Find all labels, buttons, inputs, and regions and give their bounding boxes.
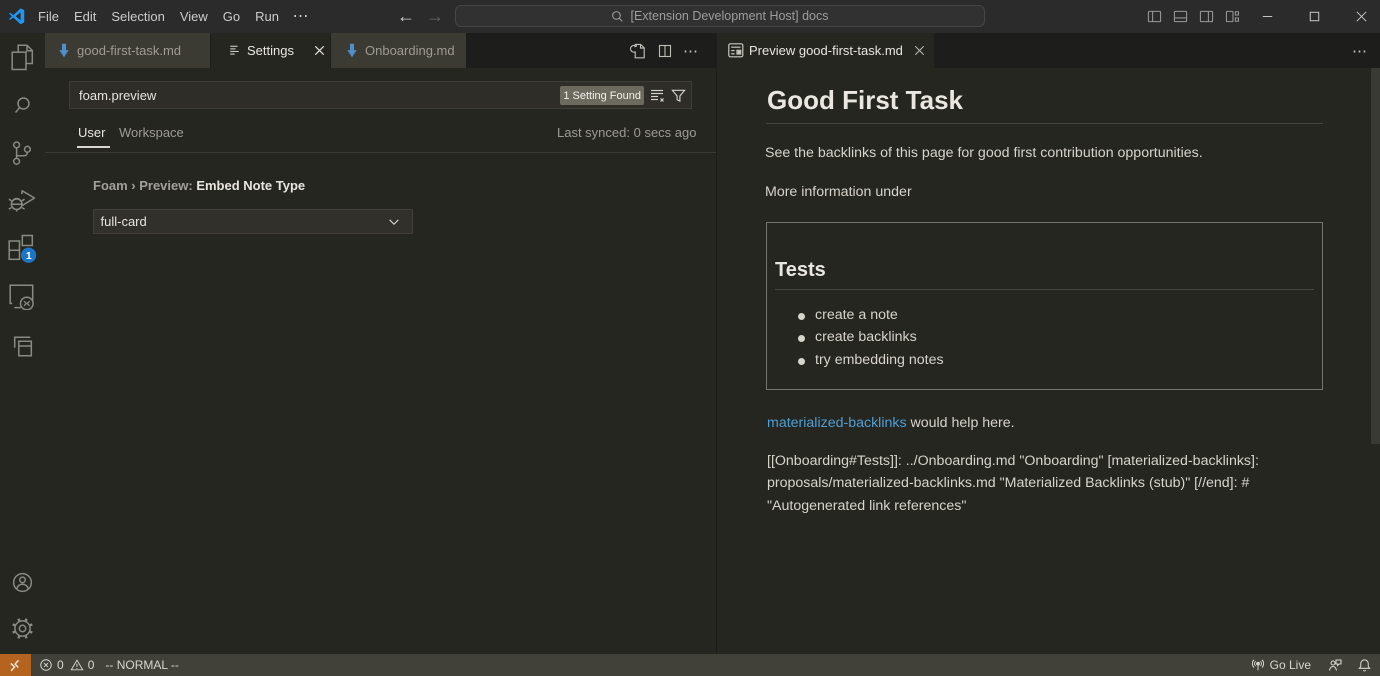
svg-text:1: 1 [26, 250, 32, 262]
